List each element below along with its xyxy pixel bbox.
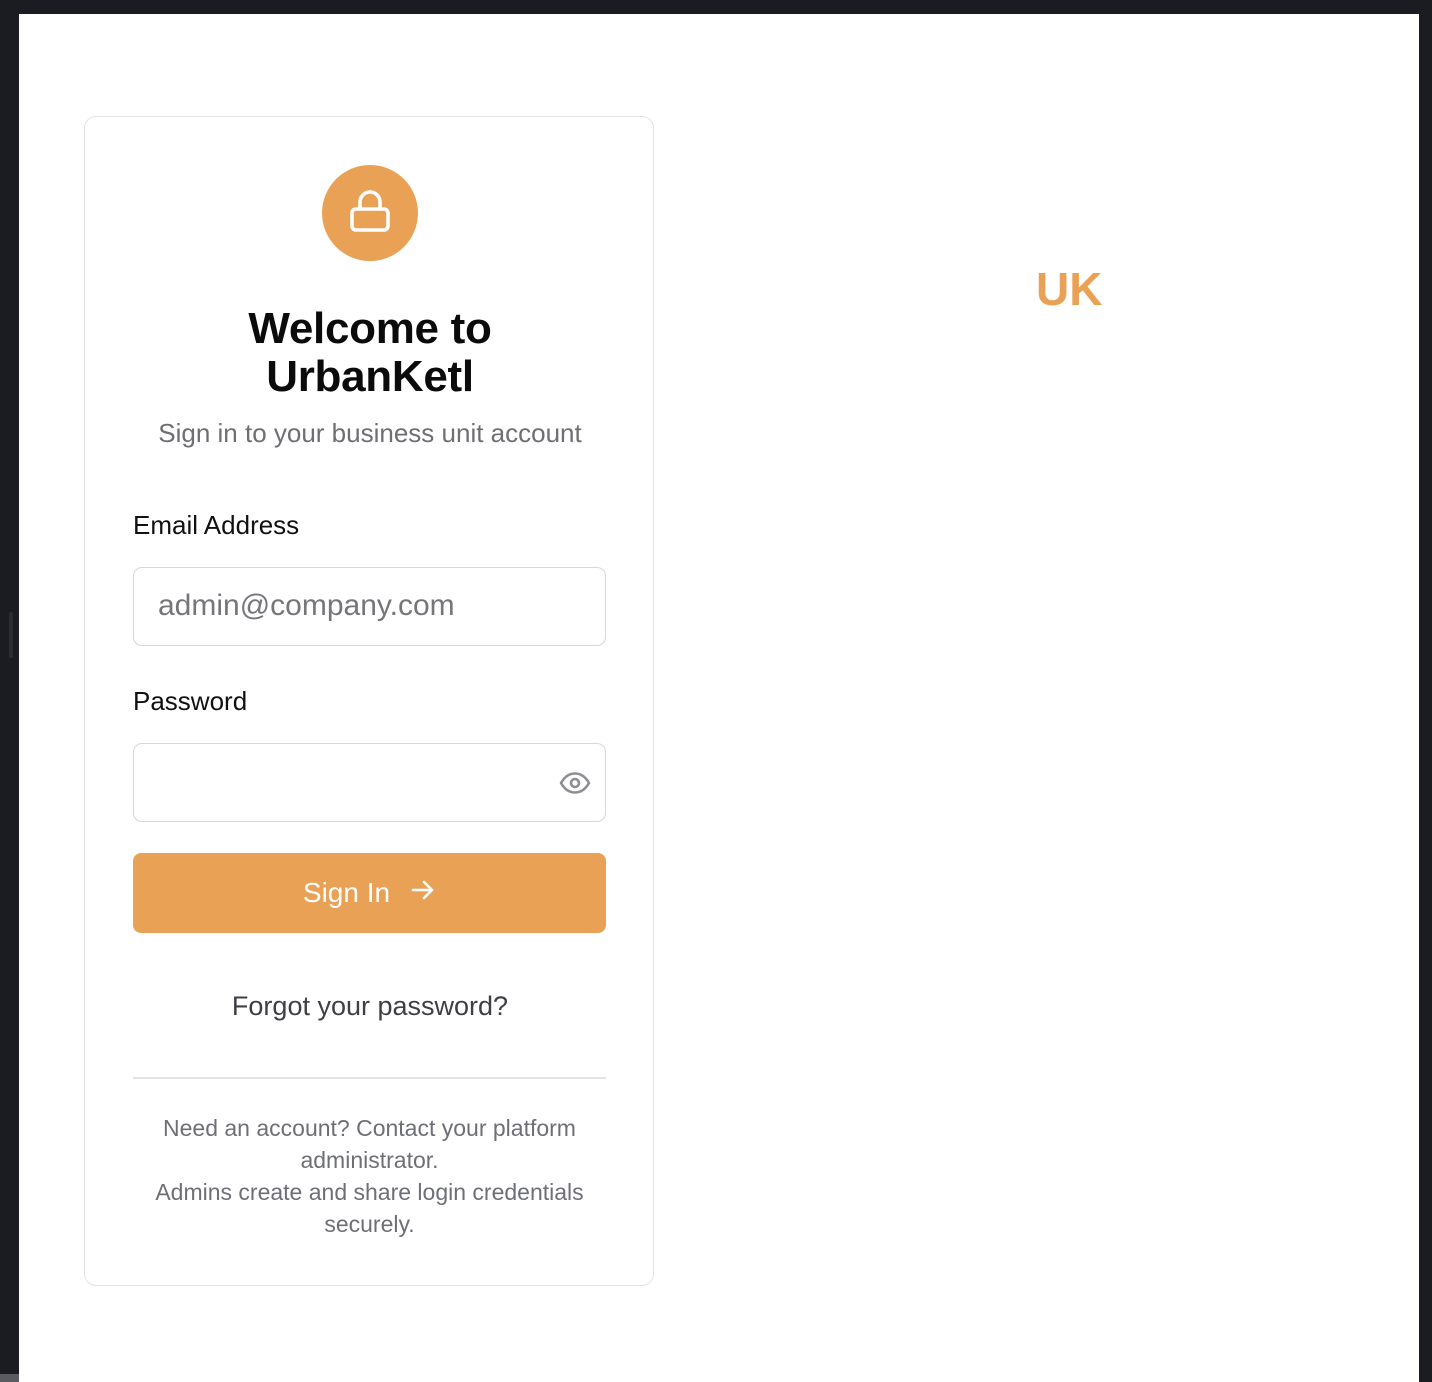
- arrow-right-icon: [410, 877, 436, 909]
- forgot-password-link[interactable]: Forgot your password?: [85, 989, 655, 1023]
- email-field-wrapper: [133, 567, 606, 646]
- divider: [133, 1077, 606, 1079]
- footer-note-line2: Admins create and share login credential…: [155, 1179, 584, 1237]
- email-label: Email Address: [133, 510, 300, 540]
- password-label: Password: [133, 686, 248, 716]
- password-field[interactable]: [158, 744, 558, 820]
- sign-in-label: Sign In: [302, 877, 391, 908]
- email-field[interactable]: [158, 568, 558, 644]
- lock-badge: [322, 165, 418, 261]
- sign-in-button[interactable]: Sign In: [133, 853, 606, 933]
- eye-icon[interactable]: [558, 768, 592, 798]
- app-viewport: Welcome to UrbanKetl Sign in to your bus…: [19, 14, 1419, 1382]
- login-card: Welcome to UrbanKetl Sign in to your bus…: [84, 116, 654, 1286]
- brand-logo-text: UK: [1036, 263, 1103, 315]
- page-title-line2: UrbanKetl: [266, 352, 474, 401]
- password-field-wrapper: [133, 743, 606, 822]
- lock-icon: [349, 189, 391, 238]
- page-title-line1: Welcome to: [248, 304, 492, 353]
- page-subtitle: Sign in to your business unit account: [158, 418, 582, 448]
- page-title: Welcome to UrbanKetl: [85, 305, 655, 401]
- footer-note-line1: Need an account? Contact your platform a…: [163, 1115, 576, 1173]
- footer-note: Need an account? Contact your platform a…: [133, 1112, 606, 1240]
- window-resize-handle[interactable]: [9, 612, 13, 658]
